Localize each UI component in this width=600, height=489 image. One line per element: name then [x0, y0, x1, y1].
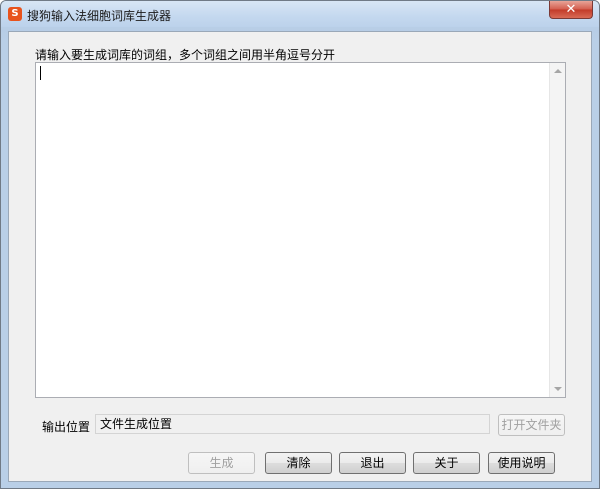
text-caret: [40, 66, 41, 80]
input-prompt-label: 请输入要生成词库的词组，多个词组之间用半角逗号分开: [35, 48, 336, 62]
vertical-scrollbar[interactable]: [549, 63, 565, 397]
window-title: 搜狗输入法细胞词库生成器: [27, 9, 172, 23]
open-folder-button[interactable]: 打开文件夹: [498, 414, 565, 436]
output-location-label: 输出位置: [42, 420, 91, 434]
app-window: S 搜狗输入法细胞词库生成器 ✕ 请输入要生成词库的词组，多个词组之间用半角逗号…: [0, 0, 600, 489]
phrase-input-textarea[interactable]: [35, 62, 566, 398]
scroll-up-arrow-icon[interactable]: [554, 69, 562, 73]
close-button[interactable]: ✕: [549, 1, 593, 19]
help-button[interactable]: 使用说明: [488, 452, 555, 474]
dialog-body: 请输入要生成词库的词组，多个词组之间用半角逗号分开 输出位置 文件生成位置 打开…: [8, 31, 592, 482]
generate-button[interactable]: 生成: [188, 452, 255, 474]
output-location-field[interactable]: 文件生成位置: [95, 414, 490, 434]
title-bar[interactable]: S 搜狗输入法细胞词库生成器 ✕: [1, 1, 599, 27]
sogou-app-icon: S: [8, 7, 22, 21]
about-button[interactable]: 关于: [413, 452, 480, 474]
scroll-down-arrow-icon[interactable]: [554, 387, 562, 391]
exit-button[interactable]: 退出: [339, 452, 406, 474]
clear-button[interactable]: 清除: [265, 452, 332, 474]
